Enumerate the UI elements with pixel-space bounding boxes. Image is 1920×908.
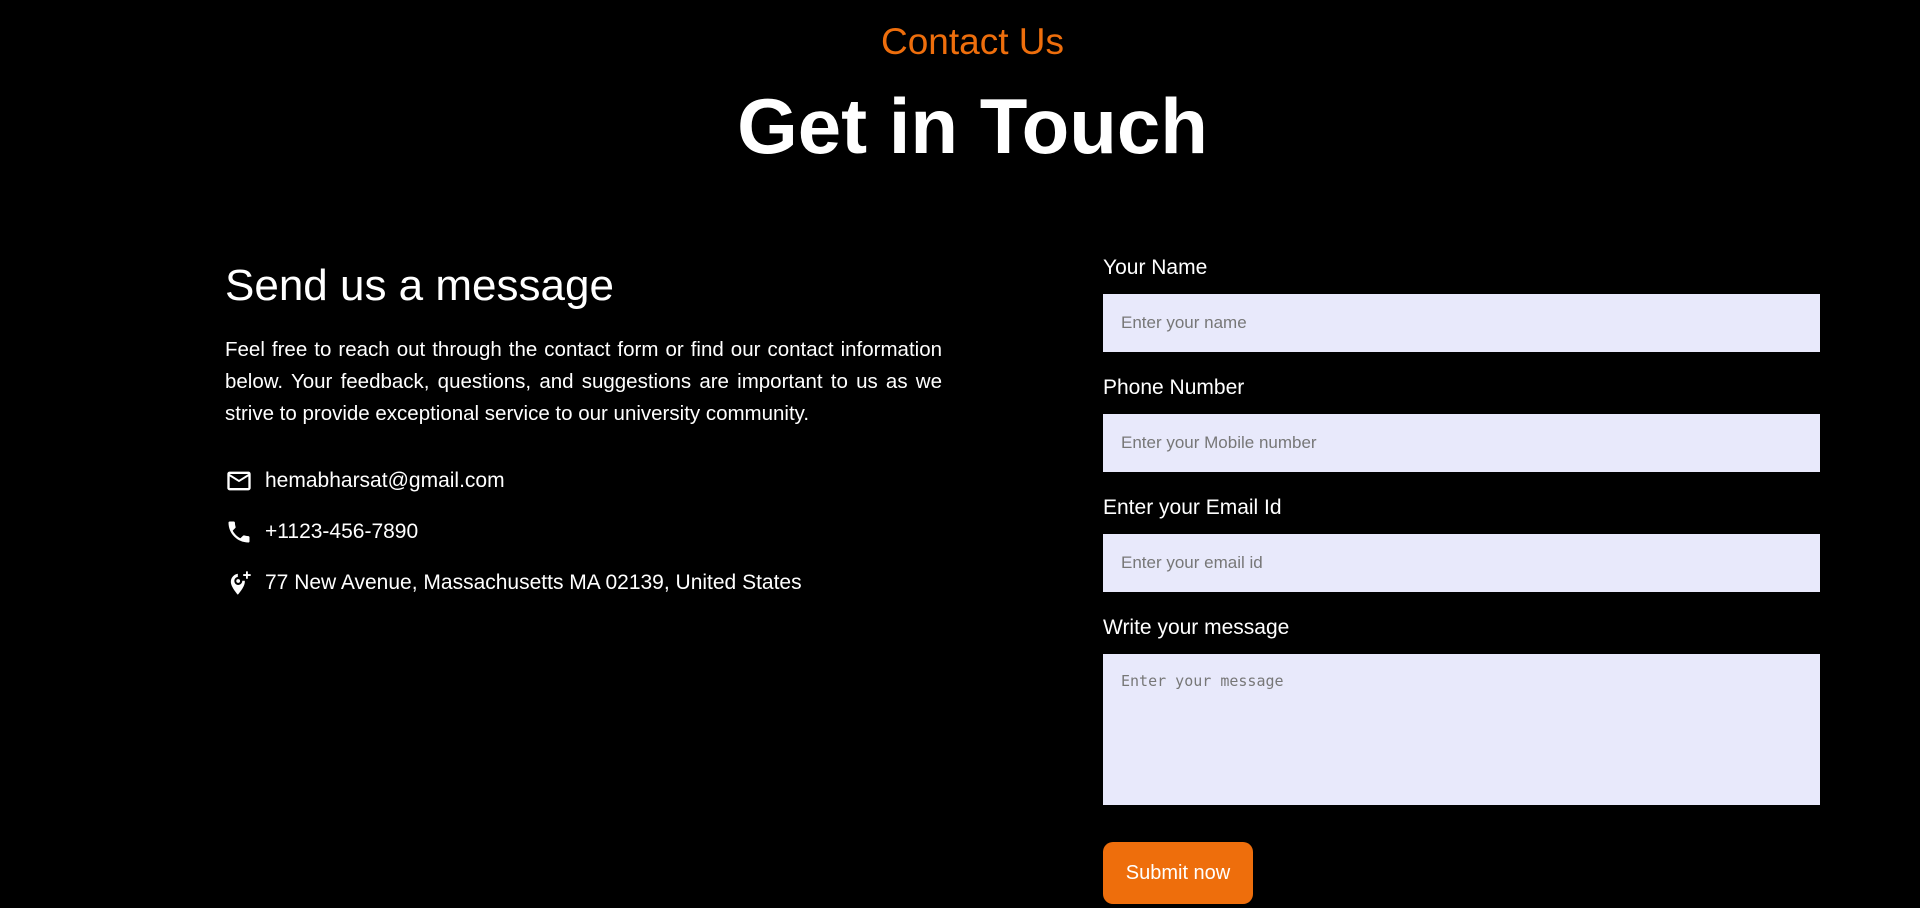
name-field[interactable] [1103, 294, 1820, 352]
contact-address-item: 77 New Avenue, Massachusetts MA 02139, U… [225, 568, 942, 598]
page-title: Get in Touch [737, 82, 1208, 170]
section-eyebrow: Contact Us [880, 21, 1064, 62]
email-label: Enter your Email Id [1103, 496, 1282, 519]
phone-label: Phone Number [1103, 376, 1245, 399]
info-description: Feel free to reach out through the conta… [225, 338, 942, 425]
info-heading: Send us a message [225, 261, 614, 310]
contact-address: 77 New Avenue, Massachusetts MA 02139, U… [265, 571, 802, 594]
phone-icon [225, 518, 253, 546]
phone-field[interactable] [1103, 414, 1820, 472]
contact-info-section: Send us a message Feel free to reach out… [225, 258, 942, 619]
message-field[interactable] [1103, 654, 1820, 805]
contact-phone[interactable]: +1123-456-7890 [265, 520, 418, 544]
location-add-icon [225, 569, 253, 597]
contact-email-item: hemabharsat@gmail.com [225, 466, 942, 496]
contact-details-list: hemabharsat@gmail.com +1123-456-7890 77 … [225, 466, 942, 598]
contact-email[interactable]: hemabharsat@gmail.com [265, 469, 505, 493]
submit-button[interactable]: Submit now [1103, 842, 1253, 904]
email-field[interactable] [1103, 534, 1820, 592]
contact-phone-item: +1123-456-7890 [225, 517, 942, 547]
contact-page: Contact Us Get in Touch Send us a messag… [0, 0, 1920, 908]
message-label: Write your message [1103, 616, 1290, 639]
mail-icon [225, 467, 253, 495]
contact-form: Your Name Phone Number Enter your Email … [1103, 254, 1820, 904]
name-label: Your Name [1103, 256, 1208, 279]
